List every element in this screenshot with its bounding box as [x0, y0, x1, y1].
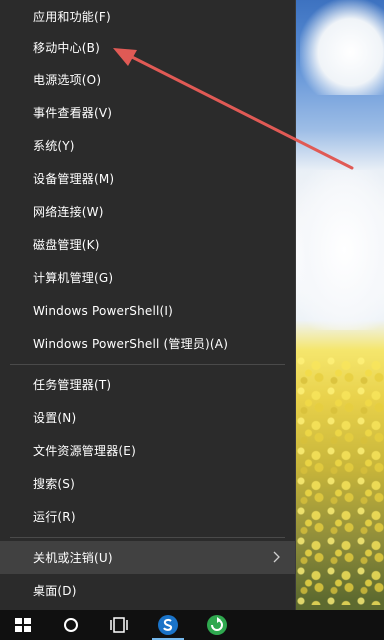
menu-item-search[interactable]: 搜索(S) [0, 467, 295, 500]
chevron-right-icon [273, 551, 280, 563]
menu-item-task-manager[interactable]: 任务管理器(T) [0, 368, 295, 401]
menu-item-system[interactable]: 系统(Y) [0, 129, 295, 162]
menu-item-network-connections[interactable]: 网络连接(W) [0, 195, 295, 228]
menu-item-apps-features[interactable]: 应用和功能(F) [0, 0, 295, 33]
menu-item-computer-management[interactable]: 计算机管理(G) [0, 261, 295, 294]
menu-item-powershell[interactable]: Windows PowerShell(I) [0, 294, 295, 327]
menu-item-run[interactable]: 运行(R) [0, 500, 295, 533]
menu-item-mobility-center[interactable]: 移动中心(B) [0, 31, 295, 64]
menu-item-event-viewer[interactable]: 事件查看器(V) [0, 96, 295, 129]
menu-item-device-manager[interactable]: 设备管理器(M) [0, 162, 295, 195]
menu-item-power-options[interactable]: 电源选项(O) [0, 63, 295, 96]
menu-separator [10, 364, 285, 365]
menu-item-desktop[interactable]: 桌面(D) [0, 574, 295, 607]
menu-item-powershell-admin[interactable]: Windows PowerShell (管理员)(A) [0, 327, 295, 360]
search-circle-icon[interactable] [60, 614, 82, 636]
task-view-icon[interactable] [108, 614, 130, 636]
wallpaper-cloud [296, 170, 384, 330]
browser-s-icon[interactable] [157, 614, 179, 636]
wallpaper-flower-field [295, 355, 384, 605]
menu-item-disk-management[interactable]: 磁盘管理(K) [0, 228, 295, 261]
menu-separator [10, 537, 285, 538]
windows-start-icon[interactable] [12, 614, 34, 636]
wallpaper-cloud [300, 0, 384, 95]
menu-item-settings[interactable]: 设置(N) [0, 401, 295, 434]
taskbar [0, 610, 384, 640]
menu-item-shutdown-signout[interactable]: 关机或注销(U) [0, 541, 295, 574]
menu-item-file-explorer[interactable]: 文件资源管理器(E) [0, 434, 295, 467]
green-app-icon[interactable] [206, 614, 228, 636]
winx-context-menu: 应用和功能(F) 移动中心(B) 电源选项(O) 事件查看器(V) 系统(Y) … [0, 0, 296, 612]
